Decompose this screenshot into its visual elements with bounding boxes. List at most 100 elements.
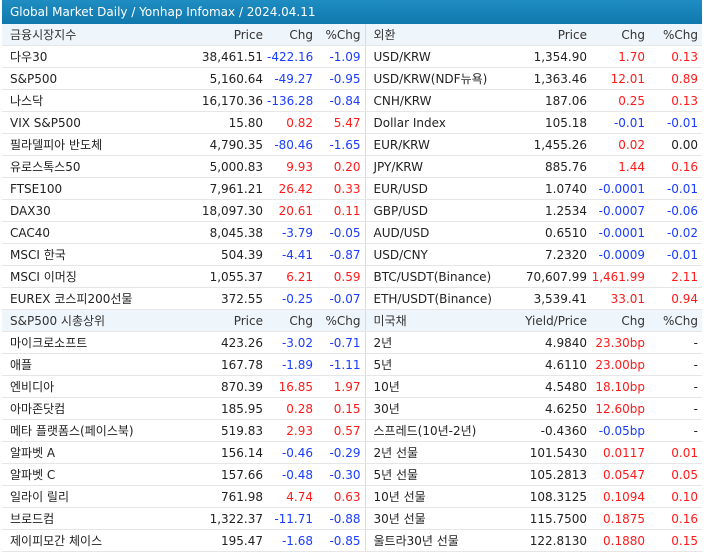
price-value: 8,045.38 <box>152 221 267 244</box>
market-report: Global Market Daily / Yonhap Infomax / 2… <box>2 0 702 552</box>
section1-left-title: 금융시장지수 <box>2 24 152 46</box>
pct-change-value: -0.06 <box>649 199 702 222</box>
table-row: DAX30 18,097.30 20.61 0.11 GBP/USD 1.2534 -0.0… <box>2 199 702 222</box>
change-value: 0.0547 <box>591 463 649 486</box>
price-value: 156.14 <box>152 441 267 464</box>
pct-change-value: - <box>649 375 702 398</box>
section-header: S&P500 시총상위 Price Chg %Chg 미국채 Yield/Price Chg… <box>2 309 702 332</box>
change-value: 12.60bp <box>591 397 649 420</box>
change-value: -0.05bp <box>591 419 649 442</box>
section2-left-title: S&P500 시총상위 <box>2 309 152 332</box>
pct-change-value: 0.33 <box>317 177 365 200</box>
change-value: 33.01 <box>591 287 649 310</box>
price-value: 187.06 <box>516 89 591 112</box>
instrument-name: 제이피모간 체이스 <box>2 529 152 552</box>
change-value: -4.41 <box>267 243 317 266</box>
change-value: -0.0001 <box>591 221 649 244</box>
section-header: 금융시장지수 Price Chg %Chg 외환 Price Chg %Chg <box>2 24 702 46</box>
price-value: 885.76 <box>516 155 591 178</box>
change-value: -0.01 <box>591 111 649 134</box>
change-value: 23.30bp <box>591 331 649 354</box>
pct-change-value: -0.29 <box>317 441 365 464</box>
pct-change-value: 1.97 <box>317 375 365 398</box>
change-value: -11.71 <box>267 507 317 530</box>
change-value: 2.93 <box>267 419 317 442</box>
instrument-name: 엔비디아 <box>2 375 152 398</box>
price-value: 122.8130 <box>516 529 591 552</box>
change-value: -0.0007 <box>591 199 649 222</box>
price-value: 4,790.35 <box>152 133 267 156</box>
change-value: -0.46 <box>267 441 317 464</box>
instrument-name: 메타 플랫폼스(페이스북) <box>2 419 152 442</box>
instrument-name: 30년 <box>364 397 516 420</box>
change-value: 20.61 <box>267 199 317 222</box>
instrument-name: JPY/KRW <box>364 155 516 178</box>
price-value: 15.80 <box>152 111 267 134</box>
pct-change-value: 0.63 <box>317 485 365 508</box>
column-header: Price <box>516 24 591 46</box>
pct-change-value: -0.71 <box>317 331 365 354</box>
pct-change-value: 0.16 <box>649 507 702 530</box>
instrument-name: 10년 선물 <box>364 485 516 508</box>
change-value: 0.1880 <box>591 529 649 552</box>
price-value: 4.5480 <box>516 375 591 398</box>
pct-change-value: -0.87 <box>317 243 365 266</box>
instrument-name: Dollar Index <box>364 111 516 134</box>
instrument-name: VIX S&P500 <box>2 111 152 134</box>
price-value: 0.6510 <box>516 221 591 244</box>
section1-right-title: 외환 <box>364 24 516 46</box>
pct-change-value: -1.09 <box>317 45 365 68</box>
change-value: -1.89 <box>267 353 317 376</box>
pct-change-value: 2.11 <box>649 265 702 288</box>
table-row: 마이크로소프트 423.26 -3.02 -0.71 2년 4.9840 23.30bp - <box>2 331 702 354</box>
table-row: 유로스톡스50 5,000.83 9.93 0.20 JPY/KRW 885.76 1.44… <box>2 155 702 178</box>
column-header: Chg <box>267 24 317 46</box>
column-header: %Chg <box>649 309 702 332</box>
table-row: 알파벳 A 156.14 -0.46 -0.29 2년 선물 101.5430 0.0117… <box>2 441 702 464</box>
pct-change-value: -0.01 <box>649 243 702 266</box>
change-value: 0.1875 <box>591 507 649 530</box>
change-value: 0.25 <box>591 89 649 112</box>
price-value: 4.6250 <box>516 397 591 420</box>
instrument-name: 5년 <box>364 353 516 376</box>
price-value: 3,539.41 <box>516 287 591 310</box>
price-value: 7.2320 <box>516 243 591 266</box>
price-value: 1.0740 <box>516 177 591 200</box>
pct-change-value: 0.13 <box>649 45 702 68</box>
instrument-name: CNH/KRW <box>364 89 516 112</box>
instrument-name: 알파벳 A <box>2 441 152 464</box>
table-row: 알파벳 C 157.66 -0.48 -0.30 5년 선물 105.2813 0.0547… <box>2 463 702 486</box>
pct-change-value: 0.15 <box>317 397 365 420</box>
column-header: Chg <box>591 24 649 46</box>
instrument-name: USD/CNY <box>364 243 516 266</box>
change-value: -136.28 <box>267 89 317 112</box>
price-value: 108.3125 <box>516 485 591 508</box>
pct-change-value: 0.00 <box>649 133 702 156</box>
pct-change-value: -0.84 <box>317 89 365 112</box>
change-value: 0.82 <box>267 111 317 134</box>
price-value: 185.95 <box>152 397 267 420</box>
price-value: -0.4360 <box>516 419 591 442</box>
change-value: -3.02 <box>267 331 317 354</box>
change-value: -1.68 <box>267 529 317 552</box>
pct-change-value: 0.10 <box>649 485 702 508</box>
price-value: 504.39 <box>152 243 267 266</box>
change-value: -3.79 <box>267 221 317 244</box>
change-value: 0.28 <box>267 397 317 420</box>
change-value: 0.02 <box>591 133 649 156</box>
price-value: 5,160.64 <box>152 67 267 90</box>
instrument-name: 나스닥 <box>2 89 152 112</box>
pct-change-value: 0.94 <box>649 287 702 310</box>
instrument-name: CAC40 <box>2 221 152 244</box>
change-value: -80.46 <box>267 133 317 156</box>
instrument-name: EUR/KRW <box>364 133 516 156</box>
price-value: 4.9840 <box>516 331 591 354</box>
pct-change-value: -1.11 <box>317 353 365 376</box>
price-value: 870.39 <box>152 375 267 398</box>
instrument-name: 일라이 릴리 <box>2 485 152 508</box>
table-row: S&P500 5,160.64 -49.27 -0.95 USD/KRW(NDF뉴욕) 1… <box>2 67 702 90</box>
change-value: 1.44 <box>591 155 649 178</box>
price-value: 761.98 <box>152 485 267 508</box>
pct-change-value: 0.01 <box>649 441 702 464</box>
instrument-name: EUR/USD <box>364 177 516 200</box>
